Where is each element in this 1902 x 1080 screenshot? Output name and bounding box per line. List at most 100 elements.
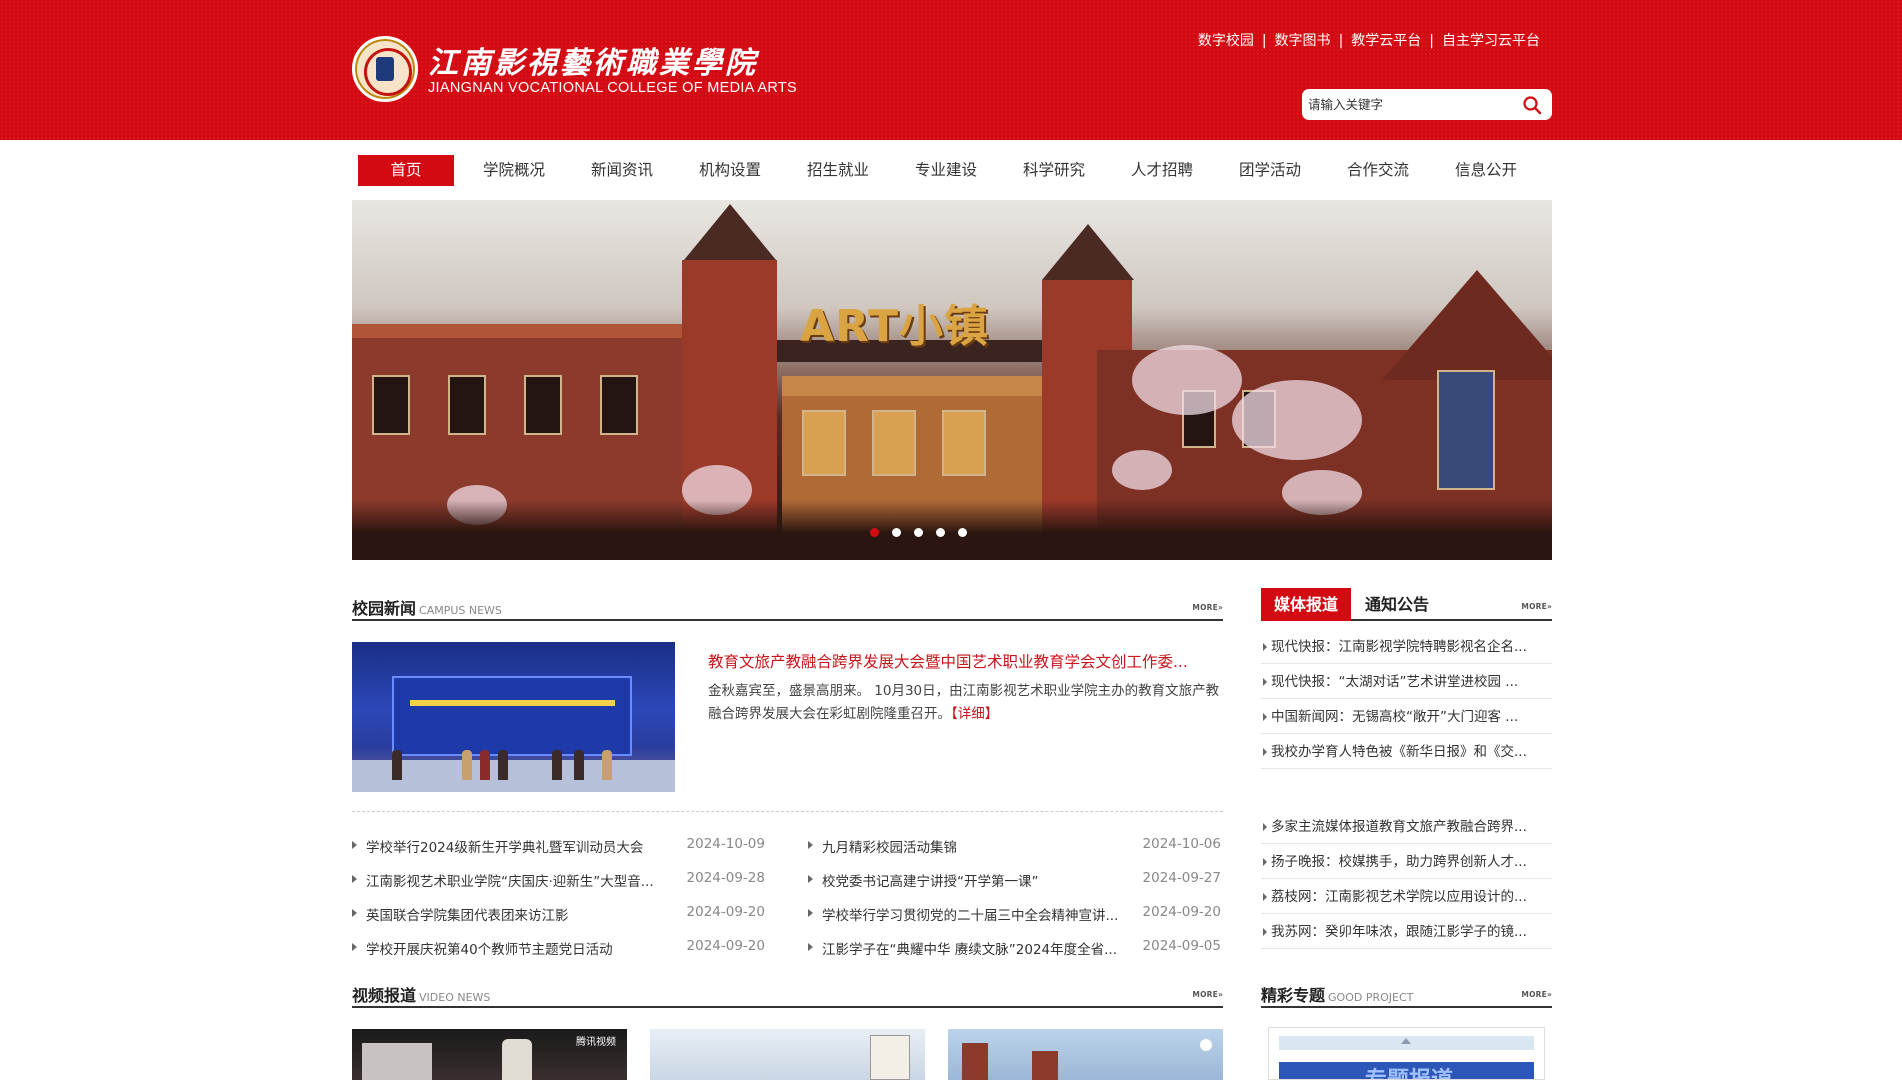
video-figure: [502, 1039, 532, 1080]
news-date: 2024-09-20: [1142, 904, 1221, 920]
nav-item-recruitment[interactable]: 人才招聘: [1114, 155, 1210, 186]
banner-window: [524, 375, 562, 435]
media-item[interactable]: 扬子晚报：校媒携手，助力跨界创新人才...: [1261, 845, 1552, 879]
news-item[interactable]: 江南影视艺术职业学院“庆国庆·迎新生”大型音... 2024-09-28: [352, 870, 765, 890]
top-links: 数字校园 | 数字图书 | 教学云平台 | 自主学习云平台: [1198, 30, 1540, 50]
nav-item-home[interactable]: 首页: [358, 155, 454, 186]
video-thumbnail[interactable]: [650, 1029, 925, 1080]
chevron-up-icon[interactable]: [1401, 1038, 1411, 1044]
news-item[interactable]: 学校举行2024级新生开学典礼暨军训动员大会 2024-10-09: [352, 836, 765, 856]
media-item[interactable]: 我校办学育人特色被《新华日报》和《交...: [1261, 735, 1552, 769]
stage-screen: [392, 676, 632, 756]
banner-window: [600, 375, 638, 435]
media-item[interactable]: 我苏网：癸卯年味浓，跟随江影学子的镜...: [1261, 915, 1552, 949]
news-date: 2024-09-20: [686, 938, 765, 954]
news-item[interactable]: 学校举行学习贯彻党的二十届三中全会精神宣讲... 2024-09-20: [808, 904, 1221, 924]
featured-detail-link[interactable]: 【详细】: [951, 706, 998, 722]
video-thumbnail[interactable]: 腾讯视频: [352, 1029, 627, 1080]
section-title: 精彩专题 GOOD PROJECT: [1261, 982, 1413, 1006]
banner-blossom: [1232, 380, 1362, 460]
video-figure: [362, 1043, 432, 1080]
campus-news-more-link[interactable]: MORE»: [1192, 603, 1223, 612]
media-item[interactable]: 现代快报：“太湖对话”艺术讲堂进校园 ...: [1261, 665, 1552, 699]
news-date: 2024-10-09: [686, 836, 765, 852]
banner-middle-cornice: [782, 376, 1042, 396]
news-item[interactable]: 学校开展庆祝第40个教师节主题党日活动 2024-09-20: [352, 938, 765, 958]
news-title: 学校举行2024级新生开学典礼暨军训动员大会: [366, 840, 644, 856]
news-item[interactable]: 九月精彩校园活动集锦 2024-10-06: [808, 836, 1221, 856]
carousel-dot[interactable]: [914, 528, 923, 537]
media-item-title: 现代快报：“太湖对话”艺术讲堂进校园 ...: [1271, 674, 1519, 690]
project-title: 精彩专题: [1261, 986, 1326, 1005]
news-item[interactable]: 英国联合学院集团代表团来访江影 2024-09-20: [352, 904, 765, 924]
banner-tower-roof: [1042, 224, 1134, 280]
media-item-title: 我苏网：癸卯年味浓，跟随江影学子的镜...: [1271, 924, 1527, 940]
video-more-link[interactable]: MORE»: [1192, 990, 1223, 999]
nav-item-about[interactable]: 学院概况: [466, 155, 562, 186]
carousel-dot[interactable]: [892, 528, 901, 537]
project-thumbnail[interactable]: 专题报道: [1268, 1027, 1545, 1080]
stage-person: [602, 750, 612, 780]
media-item[interactable]: 现代快报：江南影视学院特聘影视名企名...: [1261, 630, 1552, 664]
top-link-self-study-cloud[interactable]: 自主学习云平台: [1442, 33, 1540, 49]
bullet-icon: [808, 841, 813, 849]
college-logo[interactable]: 江南影視藝術職業學院 JIANGNAN VOCATIONAL COLLEGE O…: [352, 36, 822, 102]
media-more-link[interactable]: MORE»: [1521, 602, 1552, 611]
media-item-title: 扬子晚报：校媒携手，助力跨界创新人才...: [1271, 854, 1527, 870]
bullet-icon: [808, 943, 813, 951]
stage-person: [480, 750, 490, 780]
bullet-icon: [1263, 643, 1267, 651]
video-figure: [870, 1035, 910, 1080]
video-figure: [1032, 1051, 1058, 1080]
news-item[interactable]: 江影学子在“典耀中华 赓续文脉”2024年度全省... 2024-09-05: [808, 938, 1221, 958]
section-title: 视频报道 VIDEO NEWS: [352, 982, 490, 1006]
bullet-icon: [1263, 858, 1267, 866]
media-item[interactable]: 多家主流媒体报道教育文旅产教融合跨界...: [1261, 810, 1552, 844]
top-link-teaching-cloud[interactable]: 教学云平台: [1351, 33, 1421, 49]
banner-tower-roof: [684, 204, 776, 260]
carousel-dot[interactable]: [958, 528, 967, 537]
news-item[interactable]: 校党委书记高建宁讲授“开学第一课” 2024-09-27: [808, 870, 1221, 890]
nav-item-news[interactable]: 新闻资讯: [574, 155, 670, 186]
tab-notices[interactable]: 通知公告: [1365, 588, 1429, 621]
featured-news-headline[interactable]: 教育文旅产教融合跨界发展大会暨中国艺术职业教育学会文创工作委...: [708, 650, 1208, 672]
news-title: 九月精彩校园活动集锦: [822, 840, 957, 856]
banner-blossom: [1132, 345, 1242, 415]
divider: [352, 811, 1223, 812]
nav-item-admissions[interactable]: 招生就业: [790, 155, 886, 186]
nav-item-cooperation[interactable]: 合作交流: [1330, 155, 1426, 186]
media-item-title: 我校办学育人特色被《新华日报》和《交...: [1271, 744, 1527, 760]
bullet-icon: [808, 875, 813, 883]
media-item-title: 荔枝网：江南影视艺术学院以应用设计的...: [1271, 889, 1527, 905]
logo-english-name: JIANGNAN VOCATIONAL COLLEGE OF MEDIA ART…: [428, 80, 797, 96]
carousel-dot[interactable]: [936, 528, 945, 537]
news-date: 2024-09-28: [686, 870, 765, 886]
stage-person: [462, 750, 472, 780]
bullet-icon: [352, 943, 357, 951]
tab-media-reports[interactable]: 媒体报道: [1261, 588, 1351, 621]
media-item[interactable]: 中国新闻网：无锡高校“敞开”大门迎客 ...: [1261, 700, 1552, 734]
search-input[interactable]: [1308, 94, 1508, 115]
featured-news-image[interactable]: [352, 642, 675, 792]
nav-item-majors[interactable]: 专业建设: [898, 155, 994, 186]
banner-roofline: [352, 324, 682, 338]
hero-banner[interactable]: ART小镇: [352, 200, 1552, 560]
college-seal-icon: [352, 36, 418, 102]
nav-item-disclosure[interactable]: 信息公开: [1438, 155, 1534, 186]
nav-item-departments[interactable]: 机构设置: [682, 155, 778, 186]
project-more-link[interactable]: MORE»: [1521, 990, 1552, 999]
video-figure: [962, 1043, 988, 1080]
media-item[interactable]: 荔枝网：江南影视艺术学院以应用设计的...: [1261, 880, 1552, 914]
news-date: 2024-09-05: [1142, 938, 1221, 954]
nav-item-research[interactable]: 科学研究: [1006, 155, 1102, 186]
carousel-dot[interactable]: [870, 528, 879, 537]
top-link-digital-campus[interactable]: 数字校园: [1198, 33, 1254, 49]
search-icon[interactable]: [1522, 95, 1542, 115]
top-link-digital-library[interactable]: 数字图书: [1275, 33, 1331, 49]
banner-blossom: [1112, 450, 1172, 490]
bullet-icon: [1263, 678, 1267, 686]
video-thumbnail[interactable]: [948, 1029, 1223, 1080]
nav-item-student-activities[interactable]: 团学活动: [1222, 155, 1318, 186]
banner-window: [802, 410, 846, 476]
stage-person: [552, 750, 562, 780]
